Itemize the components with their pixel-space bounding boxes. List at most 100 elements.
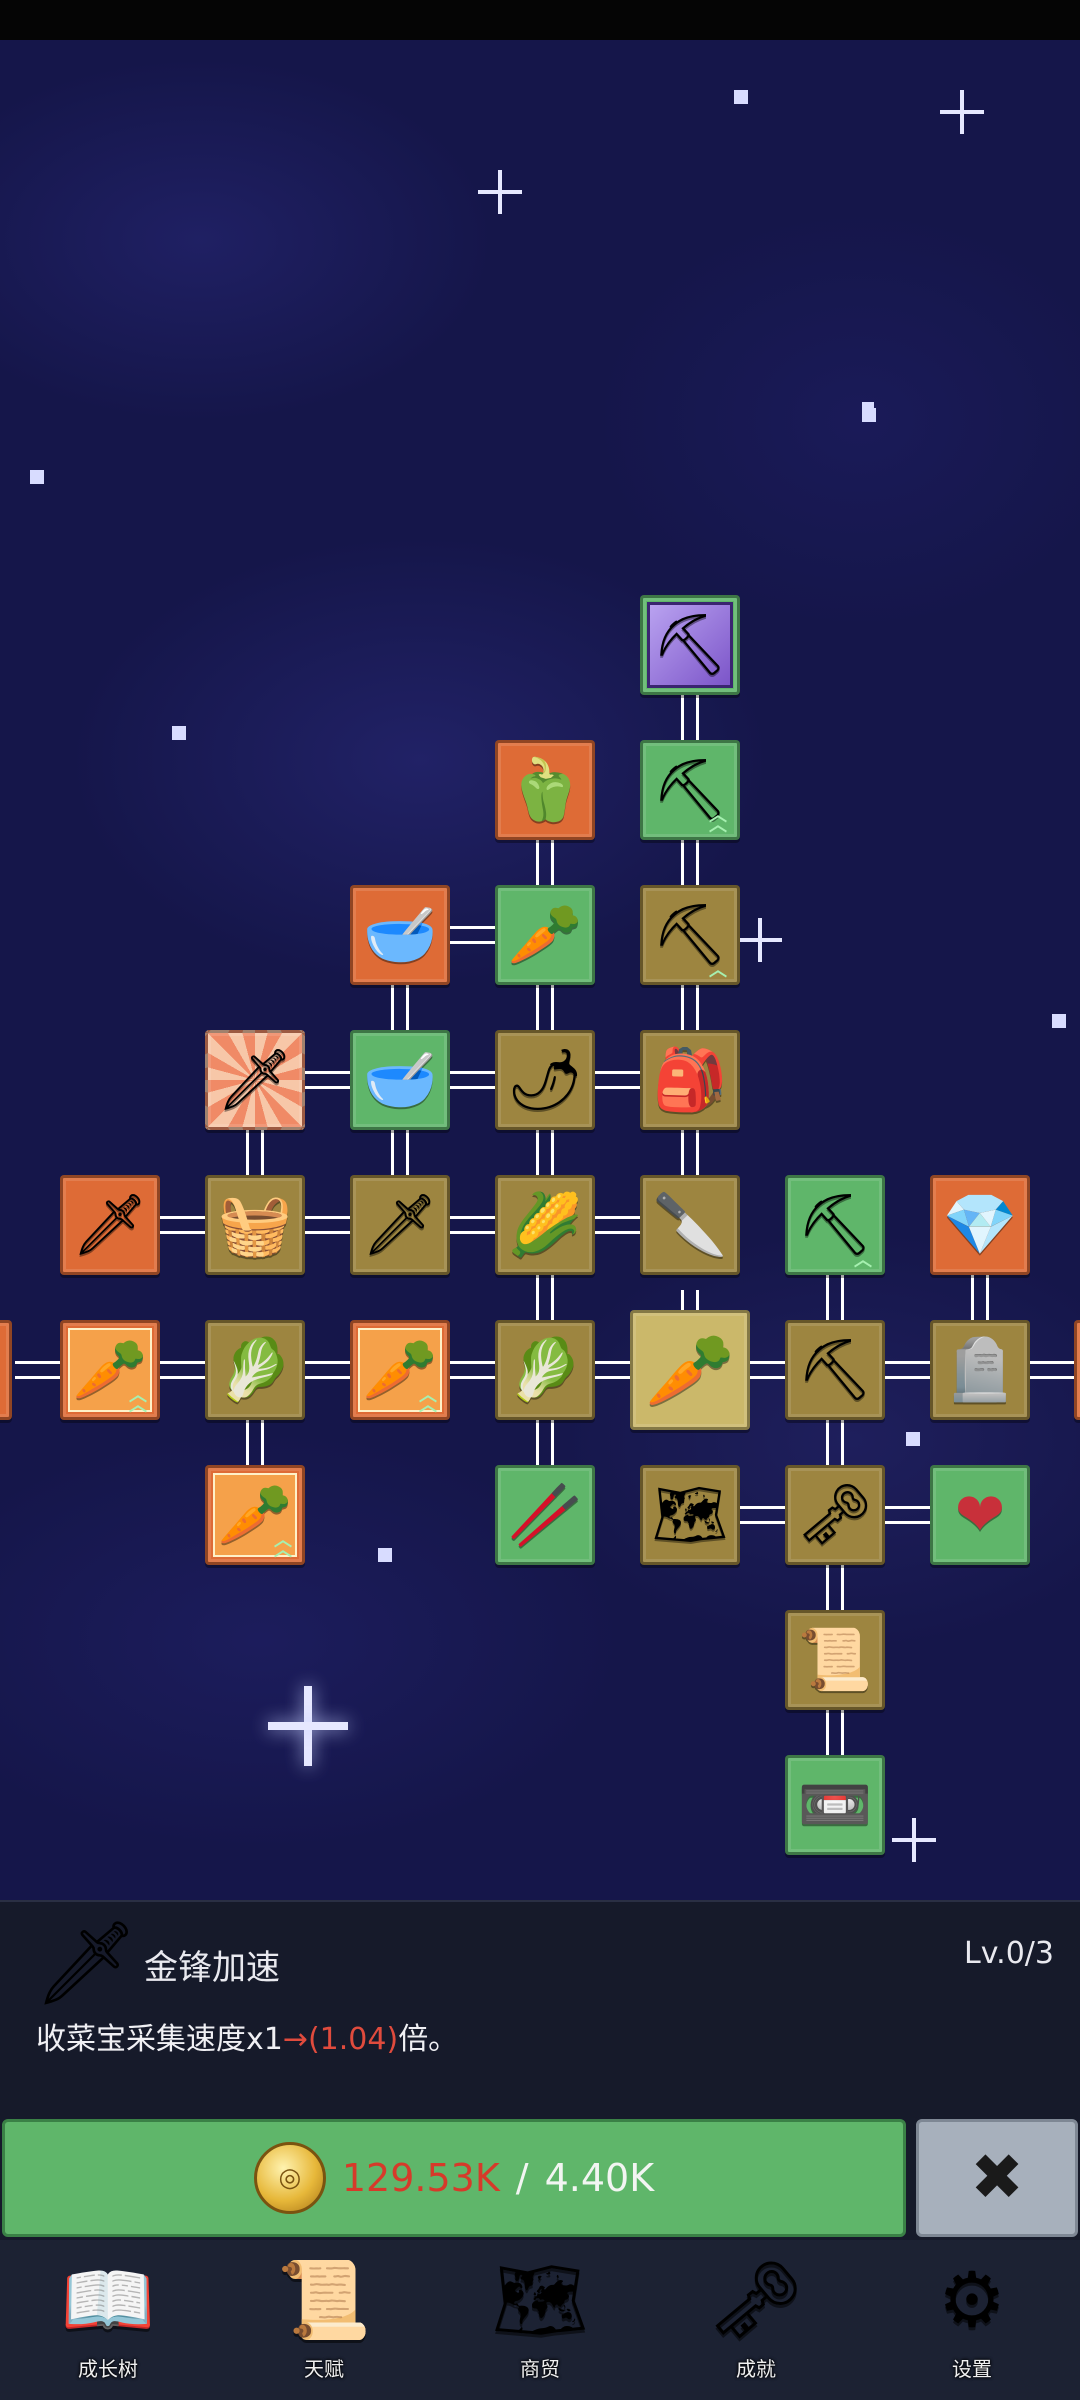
map-icon: 🗺 — [651, 1480, 729, 1550]
tree-node-chili[interactable]: 🌶 — [495, 1030, 595, 1130]
tree-node-key[interactable]: 🗝 — [785, 1465, 885, 1565]
coin-icon: ◎ — [253, 2142, 326, 2214]
desc-next-value: →(1.04) — [282, 2022, 399, 2057]
star — [1052, 1014, 1066, 1028]
sword-icon: 🗡 — [71, 1190, 149, 1260]
tree-node-corn[interactable]: 🌽 — [495, 1175, 595, 1275]
scroll-icon: 📜 — [797, 1625, 873, 1695]
heart-icon: ❤ — [954, 1480, 1006, 1550]
tree-node-tombstone[interactable]: 🪦 — [930, 1320, 1030, 1420]
backpack-icon: 🎒 — [652, 1045, 728, 1115]
sparkle — [892, 1818, 936, 1862]
tree-node-pickaxe-2[interactable]: ⛏ — [785, 1320, 885, 1420]
tree-node-root-carrot[interactable]: 🥕 — [630, 1310, 750, 1430]
tree-node-offscreen-right[interactable] — [1074, 1320, 1080, 1420]
tree-node-shovel-top[interactable]: ⛏ — [640, 595, 740, 695]
tree-node-sword-2[interactable]: 🗡 — [350, 1175, 450, 1275]
tree-node-heart[interactable]: ❤ — [930, 1465, 1030, 1565]
cabbage-icon: 🥬 — [217, 1335, 293, 1405]
tree-node-shovel-3[interactable]: ⛏ ︿ — [640, 885, 740, 985]
book-icon: 📖 — [60, 2255, 156, 2344]
map-icon: 🗺 — [491, 2255, 589, 2344]
tree-node-map[interactable]: 🗺 — [640, 1465, 740, 1565]
tree-node-pot-1[interactable]: 🥣 — [350, 885, 450, 985]
connector — [305, 1361, 350, 1379]
nav-item-settings[interactable]: ⚙ 设置 — [864, 2240, 1080, 2400]
tree-node-shovel-2[interactable]: ⛏ ︿ ︿ — [640, 740, 740, 840]
connector — [15, 1361, 60, 1379]
nav-label: 成长树 — [78, 2357, 138, 2381]
crate-icon: 🧺 — [217, 1190, 293, 1260]
coins-owned: 129.53K — [341, 2156, 500, 2200]
status-bar — [0, 0, 1080, 40]
sparkle — [738, 918, 782, 962]
tree-node-leek[interactable]: 🥢 — [495, 1465, 595, 1565]
golden-sword-icon: 🗡 — [33, 1916, 139, 2011]
gear-icon: ⚙ — [937, 2255, 1007, 2344]
nav-item-talent[interactable]: 📜 天赋 — [216, 2240, 432, 2400]
tree-node-crate[interactable]: 🧺 — [205, 1175, 305, 1275]
chili-icon: 🌶 — [506, 1045, 584, 1115]
tree-node-pot-2[interactable]: 🥣 — [350, 1030, 450, 1130]
carrot-icon: 🥕 — [645, 1328, 735, 1412]
connector — [305, 1071, 350, 1089]
cost-separator: / — [515, 2156, 529, 2200]
bell-pepper-icon: 🫑 — [507, 755, 583, 825]
skill-tree-canvas[interactable]: ⛏ ⛏ ︿ ︿ 🫑 🥣 🥕 ⛏ ︿ 🗡 🥣 🌶 🎒 🗡 🧺 🗡 🌽 🔪 ⛏ ︿ 💎 🥕 ︿… — [0, 40, 1080, 1900]
sparkle — [268, 1686, 348, 1766]
tree-node-cassette[interactable]: 📼 — [785, 1755, 885, 1855]
tree-node-knife[interactable]: 🔪 — [640, 1175, 740, 1275]
connector — [595, 1216, 640, 1234]
tombstone-icon: 🪦 — [942, 1335, 1018, 1405]
tree-node-cabbage-1[interactable]: 🥬 — [205, 1320, 305, 1420]
connector — [750, 1361, 785, 1379]
upgrade-arrows-icon: ︿ ︿ — [274, 1530, 292, 1561]
connector — [740, 1506, 785, 1524]
corn-icon: 🌽 — [507, 1190, 583, 1260]
nav-item-growth-tree[interactable]: 📖 成长树 — [0, 2240, 216, 2400]
tree-node-offscreen-left[interactable] — [0, 1320, 12, 1420]
star — [172, 726, 186, 740]
skill-description: 收菜宝采集速度x1→(1.04)倍。 — [36, 2014, 458, 2058]
connector — [450, 1216, 495, 1234]
upgrade-button[interactable]: ◎ 129.53K / 4.40K — [2, 2119, 906, 2237]
connector — [595, 1361, 630, 1379]
action-bar: ◎ 129.53K / 4.40K ✖ — [0, 2115, 1080, 2240]
tree-node-sword-1[interactable]: 🗡 — [60, 1175, 160, 1275]
nav-item-achievements[interactable]: 🗝 成就 — [648, 2240, 864, 2400]
scroll-icon: 📜 — [276, 2255, 372, 2344]
cabbage-icon: 🥬 — [507, 1335, 583, 1405]
crystal-icon: 💎 — [942, 1190, 1018, 1260]
tree-node-carrot-2[interactable]: 🥕 ︿ ︿ — [350, 1320, 450, 1420]
tree-node-backpack[interactable]: 🎒 — [640, 1030, 740, 1130]
connector — [450, 1361, 495, 1379]
connector — [1030, 1361, 1075, 1379]
nav-label: 天赋 — [304, 2357, 344, 2381]
key-icon: 🗝 — [796, 1480, 874, 1550]
skill-title: 金锋加速 — [144, 1948, 280, 1988]
connector — [160, 1216, 205, 1234]
star — [378, 1548, 392, 1562]
tree-node-daikon[interactable]: 🥕 — [495, 885, 595, 985]
cassette-icon: 📼 — [797, 1770, 873, 1840]
star — [906, 1432, 920, 1446]
tree-node-bell-pepper[interactable]: 🫑 — [495, 740, 595, 840]
nav-label: 设置 — [952, 2357, 992, 2381]
nav-item-trade[interactable]: 🗺 商贸 — [432, 2240, 648, 2400]
tree-node-pickaxe-1[interactable]: ⛏ ︿ — [785, 1175, 885, 1275]
connector — [595, 1071, 640, 1089]
tree-node-scroll[interactable]: 📜 — [785, 1610, 885, 1710]
pickaxe-icon: ⛏ — [796, 1190, 874, 1260]
upgrade-cost: 4.40K — [544, 2156, 655, 2200]
tree-node-crystal[interactable]: 💎 — [930, 1175, 1030, 1275]
upgrade-arrows-icon: ︿ — [854, 1250, 872, 1271]
close-button[interactable]: ✖ — [916, 2119, 1078, 2237]
tree-node-cabbage-2[interactable]: 🥬 — [495, 1320, 595, 1420]
sparkle — [478, 170, 522, 214]
pot-icon: 🥣 — [362, 900, 438, 970]
tree-node-carrot-3[interactable]: 🥕 ︿ ︿ — [205, 1465, 305, 1565]
key-icon: 🗝 — [707, 2255, 805, 2344]
tree-node-carrot-1[interactable]: 🥕 ︿ ︿ — [60, 1320, 160, 1420]
bottom-nav: 📖 成长树 📜 天赋 🗺 商贸 🗝 成就 ⚙ 设置 — [0, 2240, 1080, 2400]
tree-node-golden-sword-selected[interactable]: 🗡 — [205, 1030, 305, 1130]
